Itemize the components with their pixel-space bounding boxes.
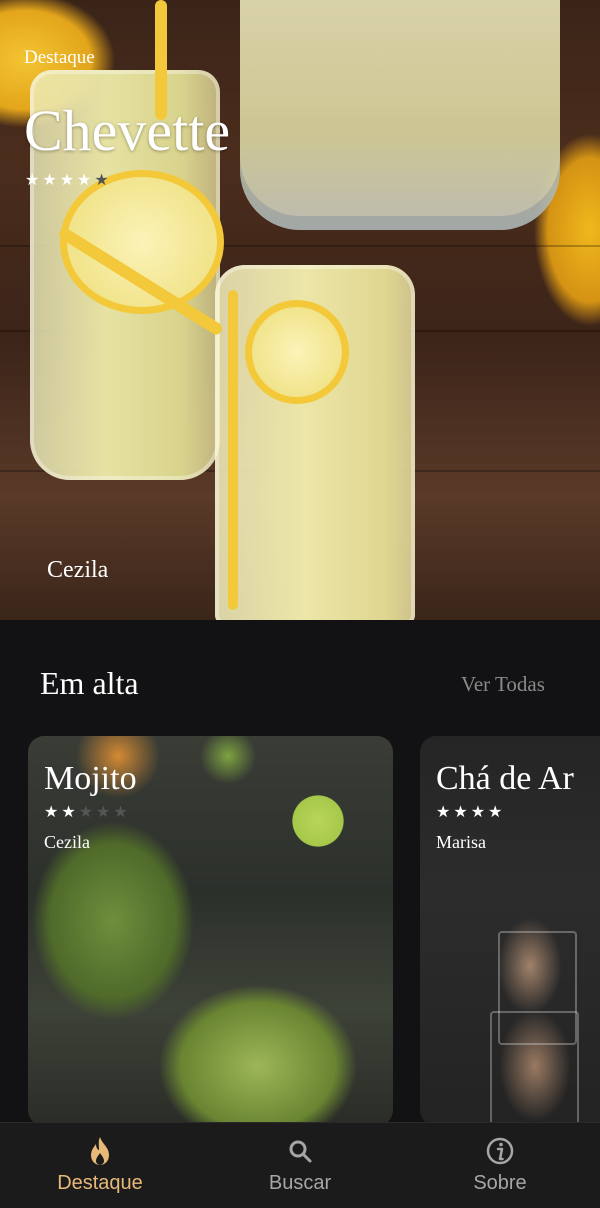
featured-hero[interactable]: Destaque Chevette ★★★★★ Cezila [0, 0, 600, 620]
rating-stars: ★★★★★ [25, 170, 112, 189]
star-filled-icon: ★ [453, 802, 471, 821]
star-filled-icon: ★ [77, 170, 95, 189]
section-title: Em alta [40, 665, 139, 701]
nav-item-buscar[interactable]: Buscar [200, 1123, 400, 1208]
star-filled-icon: ★ [44, 802, 62, 821]
featured-title: Chevette [24, 98, 231, 163]
mug-image [490, 1011, 579, 1126]
lemon-slice-image [245, 300, 349, 404]
star-empty-icon: ★ [96, 802, 114, 821]
featured-label: Destaque [24, 47, 95, 68]
nav-item-sobre[interactable]: Sobre [400, 1123, 600, 1208]
nav-label: Destaque [57, 1172, 143, 1194]
recipe-title: Chá de Ar [436, 760, 574, 797]
star-filled-icon: ★ [59, 170, 78, 189]
star-filled-icon: ★ [436, 802, 454, 821]
recipe-author: Marisa [436, 832, 486, 852]
star-filled-icon: ★ [470, 802, 489, 821]
star-filled-icon: ★ [42, 170, 60, 189]
featured-author: Cezila [47, 557, 109, 583]
flame-icon [91, 1137, 109, 1165]
rating-stars: ★★★★ [436, 802, 505, 821]
recipe-card[interactable]: Mojito ★★★★★ Cezila [28, 736, 393, 1126]
straw-image [228, 290, 238, 610]
search-icon [289, 1140, 312, 1163]
star-filled-icon: ★ [61, 802, 79, 821]
bottom-navigation: Destaque Buscar Sobre [0, 1122, 600, 1208]
recipe-title: Mojito [44, 760, 137, 797]
info-icon [486, 1137, 514, 1165]
recipe-card[interactable]: Chá de Ar ★★★★ Marisa [420, 736, 600, 1126]
star-filled-icon: ★ [25, 170, 43, 189]
star-empty-icon: ★ [78, 802, 97, 821]
nav-item-destaque[interactable]: Destaque [0, 1123, 200, 1208]
see-all-link[interactable]: Ver Todas [461, 672, 545, 697]
nav-label: Sobre [473, 1172, 527, 1194]
rating-stars: ★★★★★ [44, 802, 131, 821]
recipe-author: Cezila [44, 832, 90, 852]
star-empty-icon: ★ [113, 802, 131, 821]
star-empty-icon: ★ [94, 170, 112, 189]
pitcher-image [240, 0, 560, 230]
nav-label: Buscar [268, 1172, 332, 1194]
star-filled-icon: ★ [488, 802, 506, 821]
